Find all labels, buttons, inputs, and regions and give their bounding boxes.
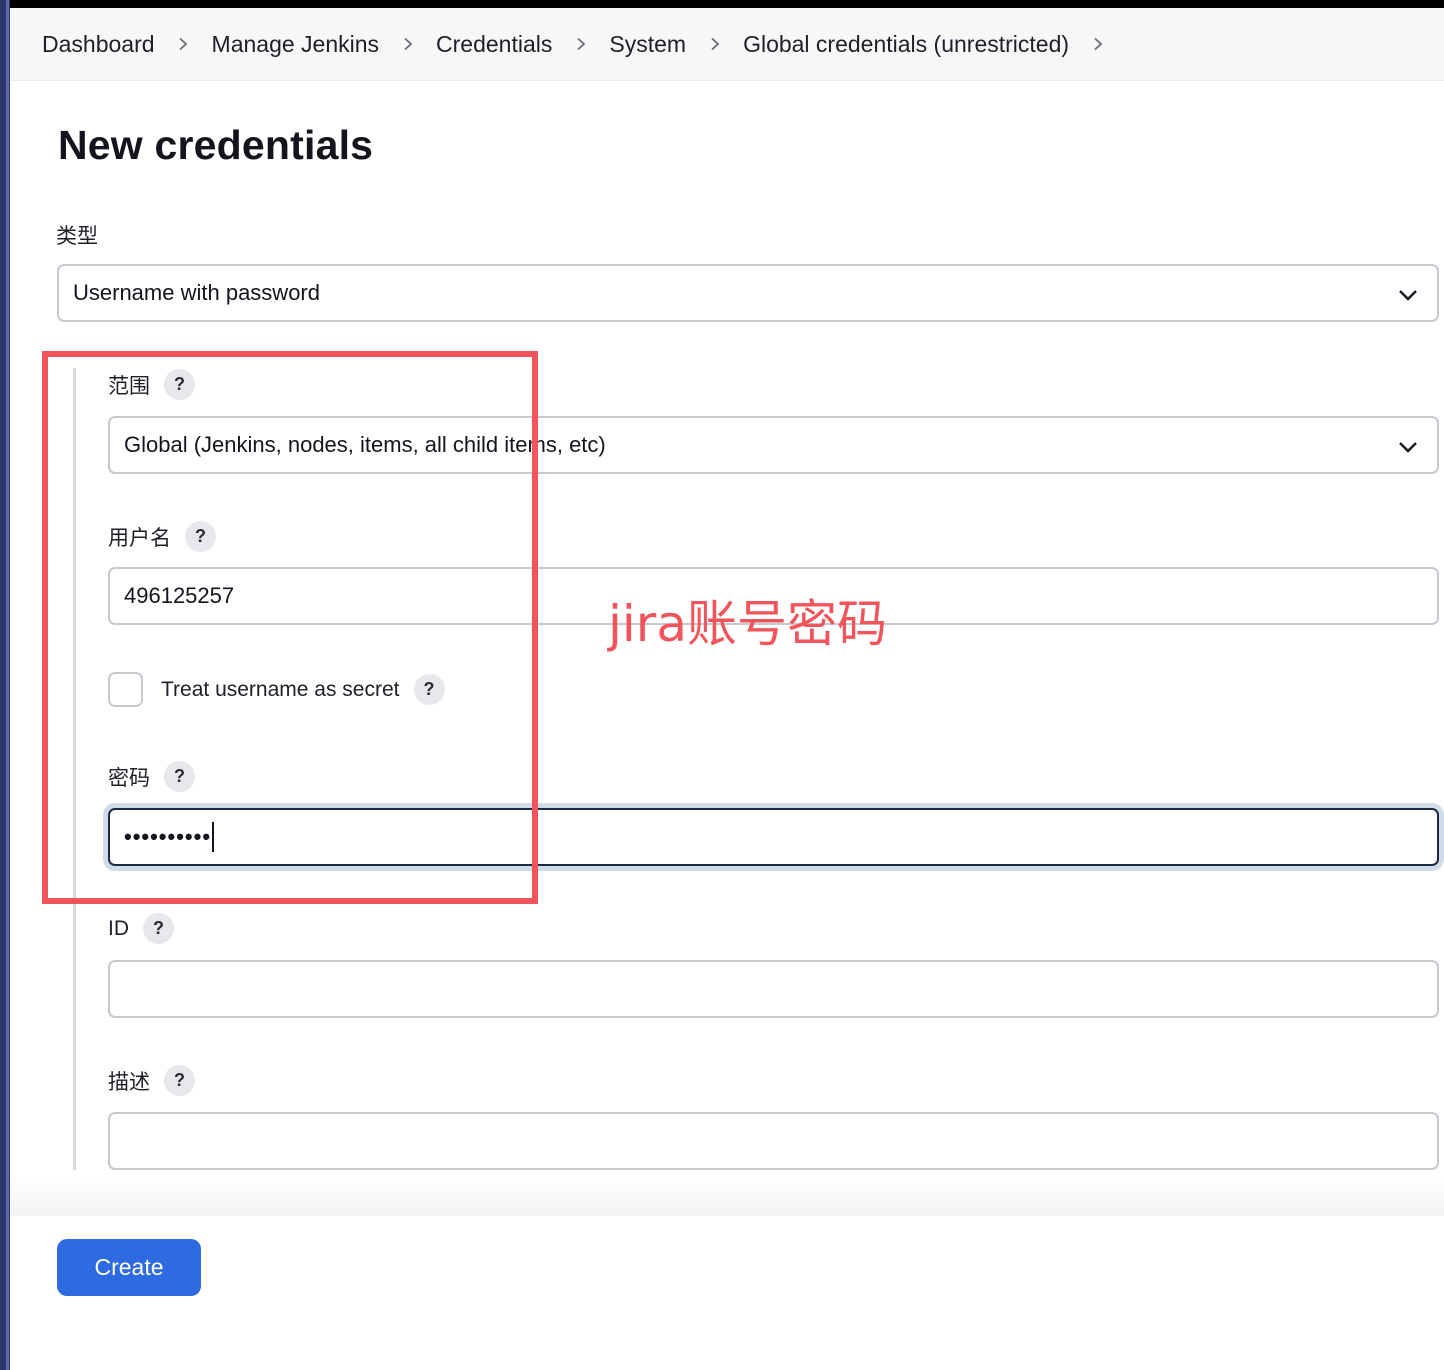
left-edge-frame [0,0,10,1370]
chevron-right-icon [379,37,436,51]
breadcrumb: Dashboard Manage Jenkins Credentials Sys… [10,8,1444,81]
password-label: 密码 ? [108,761,195,792]
create-button[interactable]: Create [57,1239,201,1296]
breadcrumb-dashboard[interactable]: Dashboard [42,31,155,58]
annotation-text: jira账号密码 [608,595,887,653]
id-label-text: ID [108,916,129,940]
username-input-value: 496125257 [124,583,235,608]
left-edge-inner [6,0,9,1370]
chevron-right-icon [552,37,609,51]
chevron-down-icon [1399,290,1417,301]
scope-select-value: Global (Jenkins, nodes, items, all child… [124,432,606,457]
username-secret-checkbox[interactable] [108,672,143,707]
kind-label: 类型 [56,220,98,250]
username-label-text: 用户名 [108,526,171,550]
username-secret-label-text[interactable]: Treat username as secret [161,678,400,702]
password-masked-value: •••••••••• [124,824,212,849]
breadcrumb-system[interactable]: System [609,31,686,58]
help-icon[interactable]: ? [164,1065,195,1096]
breadcrumb-global-credentials[interactable]: Global credentials (unrestricted) [743,31,1069,58]
help-icon[interactable]: ? [164,369,195,400]
username-secret-label: Treat username as secret ? [161,674,445,705]
id-input[interactable] [108,960,1439,1018]
kind-select-value: Username with password [73,280,320,305]
username-label: 用户名 ? [108,521,216,552]
id-label: ID ? [108,913,174,944]
kind-label-text: 类型 [56,225,98,248]
chevron-down-icon [1399,442,1417,453]
chevron-right-icon [155,37,212,51]
chevron-right-icon[interactable] [1069,37,1126,51]
breadcrumb-credentials[interactable]: Credentials [436,31,552,58]
help-icon[interactable]: ? [185,521,216,552]
window-top-bar [0,0,1444,8]
form-footer [10,1216,1444,1370]
help-icon[interactable]: ? [143,913,174,944]
description-label: 描述 ? [108,1065,195,1096]
scope-select[interactable]: Global (Jenkins, nodes, items, all child… [108,416,1439,474]
page-title: New credentials [58,122,374,168]
help-icon[interactable]: ? [164,761,195,792]
chevron-right-icon [686,37,743,51]
scope-label: 范围 ? [108,369,195,400]
text-caret [212,822,215,852]
help-icon[interactable]: ? [413,674,445,705]
kind-select[interactable]: Username with password [57,264,1439,322]
scope-label-text: 范围 [108,374,150,398]
section-indent-line [73,368,76,1170]
password-input[interactable]: •••••••••• [108,808,1439,866]
footer-shadow [10,1178,1444,1216]
description-input[interactable] [108,1112,1439,1170]
breadcrumb-manage-jenkins[interactable]: Manage Jenkins [212,31,380,58]
description-label-text: 描述 [108,1070,150,1094]
password-label-text: 密码 [108,766,150,790]
